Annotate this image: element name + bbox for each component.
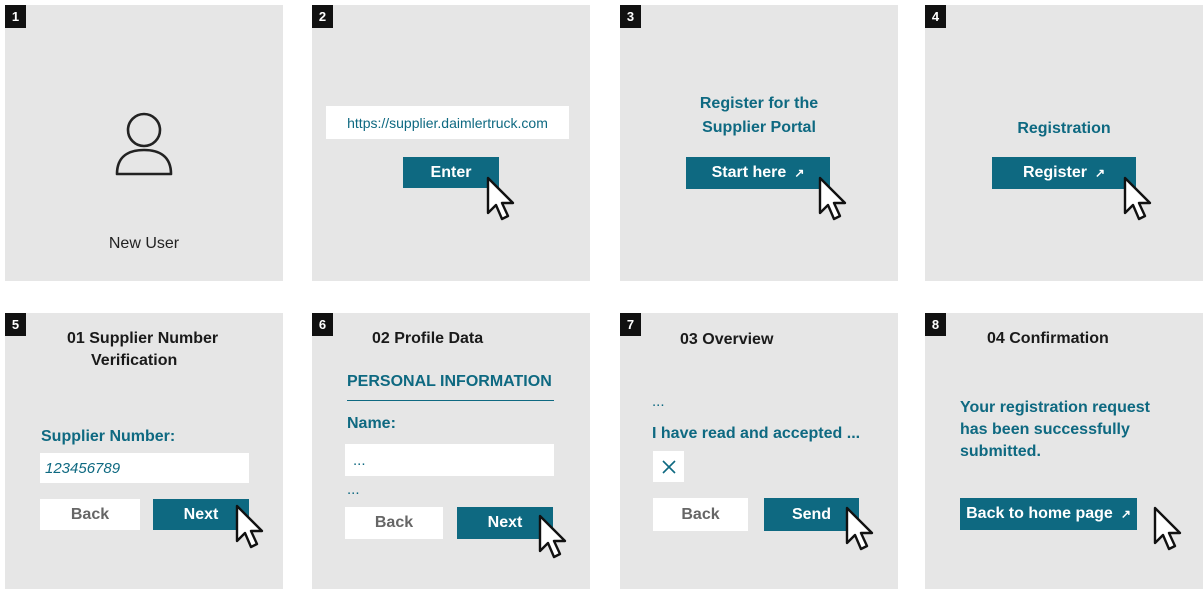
step-number-badge: 3: [620, 5, 641, 28]
confirmation-message-line3: submitted.: [960, 443, 1041, 460]
step-2-panel: 2 https://supplier.daimlertruck.com Ente…: [312, 5, 590, 281]
new-user-label: New User: [108, 235, 180, 252]
overview-ellipsis: ...: [652, 393, 665, 410]
register-label: Register: [1022, 164, 1087, 181]
step-title-line1: 01 Supplier Number: [67, 330, 219, 347]
back-to-home-button[interactable]: Back to home page ↗: [960, 498, 1137, 530]
register-button[interactable]: Register ↗: [992, 157, 1136, 189]
step-number-badge: 8: [925, 313, 946, 336]
step-7-panel: 7 03 Overview ... I have read and accept…: [620, 313, 898, 589]
step-5-panel: 5 01 Supplier Number Verification Suppli…: [5, 313, 283, 589]
supplier-number-label: Supplier Number:: [41, 428, 176, 445]
step-4-panel: 4 Registration Register ↗: [925, 5, 1203, 281]
pointer-cursor-icon: [486, 176, 515, 221]
section-divider: [347, 400, 554, 401]
url-field[interactable]: https://supplier.daimlertruck.com: [347, 115, 548, 131]
step-3-panel: 3 Register for the Supplier Portal Start…: [620, 5, 898, 281]
pointer-cursor-icon: [1153, 506, 1182, 551]
confirmation-message-line1: Your registration request: [960, 399, 1150, 416]
name-label: Name:: [347, 415, 396, 432]
register-heading-line1: Register for the: [699, 95, 819, 112]
registration-heading: Registration: [1017, 120, 1111, 137]
step-number-badge: 1: [5, 5, 26, 28]
step-number-badge: 6: [312, 313, 333, 336]
supplier-number-input[interactable]: 123456789: [45, 460, 120, 477]
arrow-up-right-icon: ↗: [1120, 507, 1131, 521]
step-title: 03 Overview: [680, 331, 774, 348]
start-here-button[interactable]: Start here ↗: [686, 157, 830, 189]
accept-checkbox[interactable]: [653, 451, 684, 482]
pointer-cursor-icon: [845, 506, 874, 551]
register-heading-line2: Supplier Portal: [702, 119, 816, 136]
pointer-cursor-icon: [818, 176, 847, 221]
step-8-panel: 8 04 Confirmation Your registration requ…: [925, 313, 1203, 589]
back-button[interactable]: Back: [653, 498, 748, 531]
step-1-panel: 1 New User: [5, 5, 283, 281]
confirmation-message-line2: has been successfully: [960, 421, 1130, 438]
start-here-label: Start here: [711, 164, 787, 181]
step-number-badge: 2: [312, 5, 333, 28]
personal-information-heading: PERSONAL INFORMATION: [347, 373, 552, 390]
step-title: 02 Profile Data: [372, 330, 484, 347]
x-mark-icon: [661, 459, 676, 474]
step-number-badge: 7: [620, 313, 641, 336]
step-title: 04 Confirmation: [987, 330, 1109, 347]
accept-terms-text: I have read and accepted ...: [652, 425, 861, 442]
step-6-panel: 6 02 Profile Data PERSONAL INFORMATION N…: [312, 313, 590, 589]
arrow-up-right-icon: ↗: [794, 166, 805, 180]
step-number-badge: 5: [5, 313, 26, 336]
pointer-cursor-icon: [538, 514, 567, 559]
pointer-cursor-icon: [235, 504, 264, 549]
step-title-line2: Verification: [91, 352, 178, 369]
arrow-up-right-icon: ↗: [1094, 166, 1106, 180]
user-icon: [115, 112, 173, 176]
step-number-badge: 4: [925, 5, 946, 28]
back-to-home-label: Back to home page: [966, 505, 1113, 522]
more-fields-ellipsis: ...: [347, 481, 360, 498]
back-button[interactable]: Back: [40, 499, 140, 530]
name-input[interactable]: ...: [353, 452, 366, 469]
pointer-cursor-icon: [1123, 176, 1152, 221]
back-button[interactable]: Back: [345, 507, 443, 539]
